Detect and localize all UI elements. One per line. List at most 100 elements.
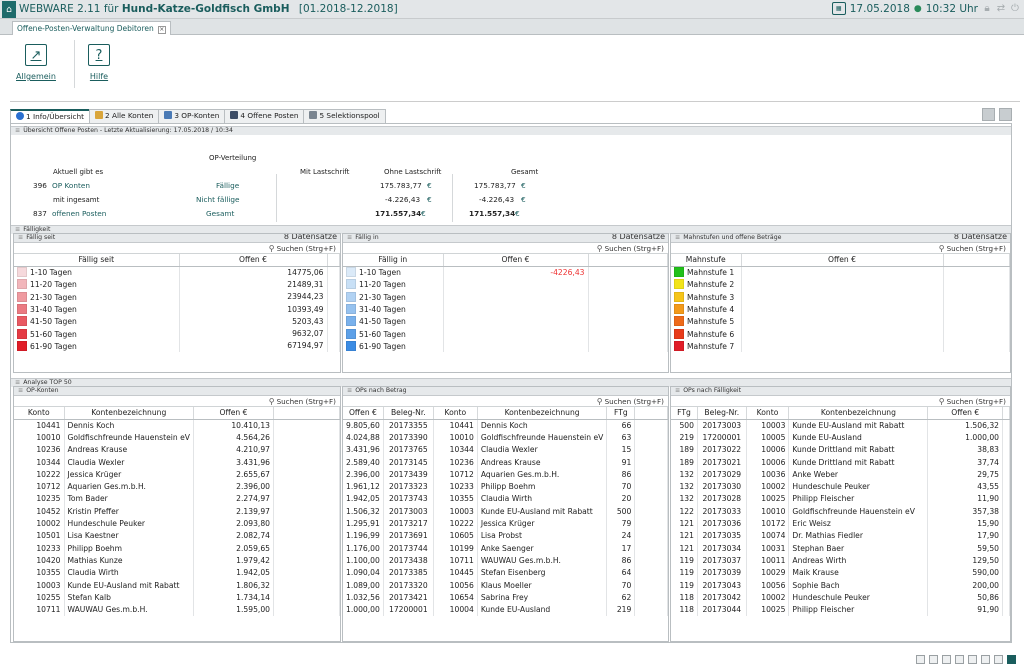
column-header[interactable]: Offen € [193, 407, 274, 420]
table-row[interactable]: 1.089,00 20173320 10056 Klaus Moeller 70 [343, 578, 668, 592]
table-row[interactable]: 1.942,05 20173743 10355 Claudia Wirth 20 [343, 492, 668, 506]
nicht-faellige-link[interactable]: Nicht fällige [196, 195, 240, 205]
table-row[interactable]: 51-60 Tagen [343, 327, 668, 340]
clipboard-icon[interactable] [955, 655, 964, 664]
table-row[interactable]: Mahnstufe 7 [671, 339, 1010, 353]
column-header[interactable]: Beleg-Nr. [383, 407, 434, 420]
table-row[interactable]: 21-30 Tagen 23944,23 [14, 290, 340, 303]
table-row[interactable]: Mahnstufe 3 [671, 290, 1010, 303]
table-row[interactable]: 2.396,00 20173439 10712 Aquarien Ges.m.b.H.… [343, 468, 668, 481]
column-header[interactable]: Offen € [343, 407, 384, 420]
table-row[interactable]: 10235 Tom Bader 2.274,97 [14, 492, 340, 506]
table-row[interactable]: 1.100,00 20173438 10711 WAUWAU Ges.m.b.H. 86 [343, 554, 668, 567]
faellige-link[interactable]: Fällige [216, 181, 239, 191]
table-row[interactable]: 189 20173022 10006 Kunde Drittland mit Raba… [671, 443, 1010, 456]
search-field[interactable]: ⚲ Suchen (Strg+F) [671, 243, 1010, 254]
table-row[interactable]: 1.176,00 20173744 10199 Anke Saenger 17 [343, 541, 668, 555]
table-row[interactable]: 10236 Andreas Krause 4.210,97 [14, 443, 340, 456]
grid-icon[interactable] [994, 655, 1003, 664]
table-row[interactable]: 11-20 Tagen 21489,31 [14, 278, 340, 291]
column-header[interactable]: Kontenbezeichnung [477, 407, 608, 420]
table-row[interactable]: 1.090,04 20173385 10445 Stefan Eisenberg 64 [343, 566, 668, 579]
table-row[interactable]: 118 20173044 10025 Philipp Fleischer 91,90 [671, 603, 1010, 616]
table-row[interactable]: 10712 Aquarien Ges.m.b.H. 2.396,00 [14, 480, 340, 493]
table-row[interactable]: 41-50 Tagen [343, 315, 668, 328]
table-row[interactable]: 10222 Jessica Krüger 2.655,67 [14, 468, 340, 481]
table-row[interactable]: Mahnstufe 4 [671, 302, 1010, 316]
table-row[interactable]: 121 20173034 10031 Stephan Baer 59,50 [671, 541, 1010, 555]
column-header[interactable]: Offen € [179, 254, 328, 267]
table-row[interactable]: 1-10 Tagen 14775,06 [14, 266, 340, 279]
search-field[interactable]: ⚲ Suchen (Strg+F) [14, 243, 340, 254]
table-row[interactable]: 31-40 Tagen [343, 302, 668, 316]
column-header[interactable]: Mahnstufe [671, 254, 742, 267]
table-row[interactable]: 10501 Lisa Kaestner 2.082,74 [14, 529, 340, 542]
gesamt-link[interactable]: Gesamt [206, 209, 234, 219]
table-row[interactable]: 3.431,96 20173765 10344 Claudia Wexler 15 [343, 443, 668, 456]
user-icon[interactable] [929, 655, 938, 664]
column-header[interactable]: Konto [746, 407, 790, 420]
table-row[interactable]: 121 20173035 10074 Dr. Mathias Fiedler 17,90 [671, 529, 1010, 542]
search-field[interactable]: ⚲ Suchen (Strg+F) [14, 396, 340, 407]
table-row[interactable]: 41-50 Tagen 5203,43 [14, 315, 340, 328]
op-konten-link[interactable]: OP Konten [52, 181, 90, 191]
table-row[interactable]: Mahnstufe 6 [671, 327, 1010, 340]
table-row[interactable]: 10441 Dennis Koch 10.410,13 [14, 419, 340, 432]
lock-icon[interactable]: 🔒︎ [982, 3, 992, 14]
export-icon[interactable] [982, 108, 995, 121]
table-row[interactable]: 61-90 Tagen [343, 339, 668, 353]
home-icon[interactable]: ⌂ [2, 1, 16, 18]
table-row[interactable]: 1.196,99 20173691 10605 Lisa Probst 24 [343, 529, 668, 542]
tab-info-uebersicht[interactable]: 1 Info/Übersicht [10, 109, 91, 123]
table-row[interactable]: Mahnstufe 5 [671, 315, 1010, 328]
column-header[interactable]: FTg [671, 407, 698, 420]
copy-icon[interactable] [968, 655, 977, 664]
table-row[interactable]: 1.000,00 17200001 10004 Kunde EU-Ausland 219 [343, 603, 668, 616]
table-row[interactable]: 10255 Stefan Kalb 1.734,14 [14, 591, 340, 604]
column-header[interactable]: Fällig seit [14, 254, 180, 267]
table-row[interactable]: 500 20173003 10003 Kunde EU-Ausland mit Rab… [671, 419, 1010, 432]
column-header[interactable]: FTg [606, 407, 636, 420]
table-row[interactable]: 10003 Kunde EU-Ausland mit Rabatt 1.806,32 [14, 578, 340, 592]
column-header[interactable]: Fällig in [343, 254, 444, 267]
column-header[interactable]: Konto [433, 407, 478, 420]
table-row[interactable]: 4.024,88 20173390 10010 Goldfischfreunde Ha… [343, 431, 668, 444]
allgemein-button[interactable]: ↗ Allgemein [16, 44, 56, 81]
table-row[interactable]: 11-20 Tagen [343, 278, 668, 291]
table-row[interactable]: 10233 Philipp Boehm 2.059,65 [14, 541, 340, 555]
table-row[interactable]: 1.032,56 20173421 10654 Sabrina Frey 62 [343, 591, 668, 604]
table-row[interactable]: 10002 Hundeschule Peuker 2.093,80 [14, 517, 340, 530]
table-row[interactable]: 132 20173028 10025 Philipp Fleischer 11,90 [671, 492, 1010, 506]
table-row[interactable]: 1-10 Tagen -4226,43 [343, 266, 668, 279]
table-row[interactable]: Mahnstufe 2 [671, 278, 1010, 291]
column-header[interactable]: Offen € [741, 254, 944, 267]
window-icon[interactable] [981, 655, 990, 664]
table-row[interactable]: 10010 Goldfischfreunde Hauenstein eV 4.564… [14, 431, 340, 444]
settings-icon[interactable] [999, 108, 1012, 121]
table-row[interactable]: 1.961,12 20173323 10233 Philipp Boehm 70 [343, 480, 668, 493]
tab-op-konten[interactable]: 3 OP-Konten [158, 109, 226, 123]
table-row[interactable]: 10355 Claudia Wirth 1.942,05 [14, 566, 340, 579]
table-row[interactable]: 1.295,91 20173217 10222 Jessica Krüger 79 [343, 517, 668, 530]
table-row[interactable]: 2.589,40 20173145 10236 Andreas Krause 91 [343, 455, 668, 469]
document-tab[interactable]: Offene-Posten-Verwaltung Debitoren × [12, 21, 171, 35]
column-header[interactable]: Konto [14, 407, 65, 420]
table-row[interactable]: 189 20173021 10006 Kunde Drittland mit Raba… [671, 455, 1010, 469]
close-window-icon[interactable] [1007, 655, 1016, 664]
table-row[interactable]: 119 20173043 10056 Sophie Bach 200,00 [671, 578, 1010, 592]
column-header[interactable]: Offen € [927, 407, 1003, 420]
power-icon[interactable]: ⏻ [1010, 3, 1020, 14]
column-header[interactable]: Offen € [443, 254, 589, 267]
table-row[interactable]: 61-90 Tagen 67194,97 [14, 339, 340, 353]
search-field[interactable]: ⚲ Suchen (Strg+F) [343, 243, 668, 254]
tab-selektionspool[interactable]: 5 Selektionspool [303, 109, 386, 123]
table-row[interactable]: 1.506,32 20173003 10003 Kunde EU-Ausland mi… [343, 505, 668, 518]
tab-offene-posten[interactable]: 4 Offene Posten [224, 109, 305, 123]
column-header[interactable]: Kontenbezeichnung [788, 407, 929, 420]
offene-posten-link[interactable]: offenen Posten [52, 209, 106, 219]
table-row[interactable]: 31-40 Tagen 10393,49 [14, 302, 340, 316]
table-row[interactable]: 10344 Claudia Wexler 3.431,96 [14, 455, 340, 469]
transfer-icon[interactable]: ⇄ [996, 3, 1006, 14]
search-field[interactable]: ⚲ Suchen (Strg+F) [671, 396, 1010, 407]
calendar-icon[interactable]: ▦ [831, 2, 846, 15]
